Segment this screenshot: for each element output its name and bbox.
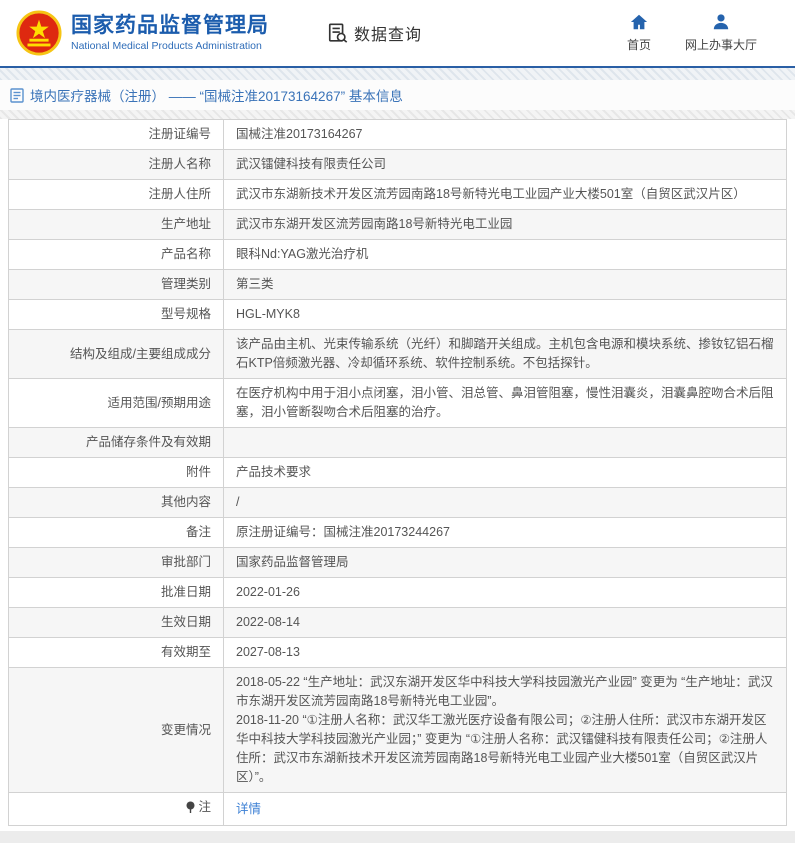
row-label: 有效期至 [9,638,224,668]
agency-logo[interactable] [16,10,62,56]
table-row: 适用范围/预期用途 在医疗机构中用于泪小点闭塞，泪小管、泪总管、鼻泪管阻塞，慢性… [9,379,787,428]
row-value: 第三类 [224,270,787,300]
row-value: 产品技术要求 [224,458,787,488]
nav-item-home[interactable]: 首页 [627,13,651,53]
row-label: 管理类别 [9,270,224,300]
row-value [224,428,787,458]
data-query-label: 数据查询 [354,21,422,45]
document-icon [10,88,24,103]
footer-strip [0,831,795,843]
row-label: 注册证编号 [9,120,224,150]
row-label: 备注 [9,518,224,548]
row-value: 武汉市东湖开发区流芳园南路18号新特光电工业园 [224,210,787,240]
row-value: 国家药品监督管理局 [224,548,787,578]
row-value: 原注册证编号：国械注准20173244267 [224,518,787,548]
data-query-tab[interactable]: 数据查询 [327,21,422,45]
row-value-changes: 2018-05-22 “生产地址：武汉东湖开发区华中科技大学科技园激光产业园” … [224,668,787,793]
change-entry: 2018-11-20 “①注册人名称：武汉华工激光医疗设备有限公司；②注册人住所… [236,711,774,787]
table-row: 注册人住所 武汉市东湖新技术开发区流芳园南路18号新特光电工业园产业大楼501室… [9,180,787,210]
registration-info-table: 注册证编号 国械注准20173164267 注册人名称 武汉镭健科技有限责任公司… [8,119,787,826]
table-row-note: 注 详情 [9,793,787,826]
row-label: 生产地址 [9,210,224,240]
row-label: 附件 [9,458,224,488]
table-row: 生效日期 2022-08-14 [9,608,787,638]
row-value: 2022-01-26 [224,578,787,608]
row-label: 注册人名称 [9,150,224,180]
row-label: 其他内容 [9,488,224,518]
row-value: 该产品由主机、光束传输系统（光纤）和脚踏开关组成。主机包含电源和模块系统、掺钕钇… [224,330,787,379]
table-row: 结构及组成/主要组成成分 该产品由主机、光束传输系统（光纤）和脚踏开关组成。主机… [9,330,787,379]
table-row: 批准日期 2022-01-26 [9,578,787,608]
change-entry: 2018-05-22 “生产地址：武汉东湖开发区华中科技大学科技园激光产业园” … [236,673,774,711]
row-label: 型号规格 [9,300,224,330]
row-label: 适用范围/预期用途 [9,379,224,428]
row-value: 国械注准20173164267 [224,120,787,150]
row-value: 武汉镭健科技有限责任公司 [224,150,787,180]
header-nav: 首页 网上办事大厅 [627,13,757,53]
row-label: 注册人住所 [9,180,224,210]
row-label: 审批部门 [9,548,224,578]
table-row: 型号规格 HGL-MYK8 [9,300,787,330]
row-value: HGL-MYK8 [224,300,787,330]
user-icon [712,13,730,31]
table-row: 管理类别 第三类 [9,270,787,300]
national-emblem-icon [16,10,62,56]
row-value: / [224,488,787,518]
row-label: 批准日期 [9,578,224,608]
row-value: 眼科Nd:YAG激光治疗机 [224,240,787,270]
nav-home-label: 首页 [627,36,651,53]
row-value: 在医疗机构中用于泪小点闭塞，泪小管、泪总管、鼻泪管阻塞，慢性泪囊炎，泪囊鼻腔吻合… [224,379,787,428]
table-row: 附件 产品技术要求 [9,458,787,488]
table-row: 审批部门 国家药品监督管理局 [9,548,787,578]
table-row-changes: 变更情况 2018-05-22 “生产地址：武汉东湖开发区华中科技大学科技园激光… [9,668,787,793]
table-row: 生产地址 武汉市东湖开发区流芳园南路18号新特光电工业园 [9,210,787,240]
nav-item-service-hall[interactable]: 网上办事大厅 [685,13,757,53]
nav-service-hall-label: 网上办事大厅 [685,36,757,53]
agency-titles: 国家药品监督管理局 National Medical Products Admi… [71,14,269,53]
table-row: 注册人名称 武汉镭健科技有限责任公司 [9,150,787,180]
row-label-note: 注 [9,793,224,826]
decorative-strip-top [0,68,795,80]
agency-name-cn: 国家药品监督管理局 [71,14,269,38]
row-value: 2027-08-13 [224,638,787,668]
row-label: 生效日期 [9,608,224,638]
table-row: 其他内容 / [9,488,787,518]
decorative-strip-bottom [0,110,795,119]
table-row: 产品名称 眼科Nd:YAG激光治疗机 [9,240,787,270]
page-title: 境内医疗器械（注册） —— “国械注准20173164267” 基本信息 [30,85,403,105]
table-row: 产品储存条件及有效期 [9,428,787,458]
home-icon [630,13,648,31]
table-row: 有效期至 2027-08-13 [9,638,787,668]
row-label: 变更情况 [9,668,224,793]
agency-name-en: National Medical Products Administration [71,40,269,53]
breadcrumb: 境内医疗器械（注册） —— “国械注准20173164267” 基本信息 [0,80,795,110]
top-header: 国家药品监督管理局 National Medical Products Admi… [0,0,795,66]
row-label: 产品名称 [9,240,224,270]
document-search-icon [327,22,349,44]
row-label: 产品储存条件及有效期 [9,428,224,458]
row-value: 2022-08-14 [224,608,787,638]
row-label: 结构及组成/主要组成成分 [9,330,224,379]
row-value: 武汉市东湖新技术开发区流芳园南路18号新特光电工业园产业大楼501室（自贸区武汉… [224,180,787,210]
detail-link[interactable]: 详情 [236,802,261,816]
table-row: 注册证编号 国械注准20173164267 [9,120,787,150]
note-pin-icon [185,801,196,814]
row-value-note: 详情 [224,793,787,826]
note-label: 注 [198,798,211,817]
table-row: 备注 原注册证编号：国械注准20173244267 [9,518,787,548]
